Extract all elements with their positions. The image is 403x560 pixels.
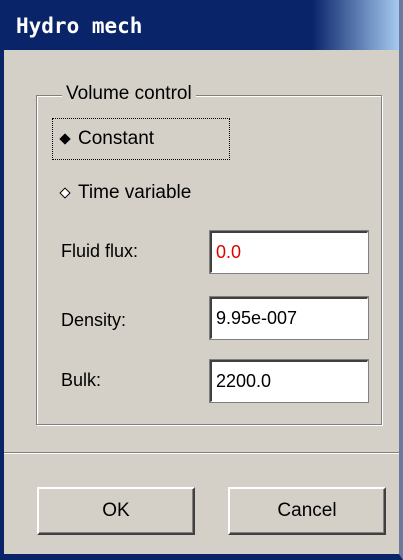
fluid-flux-label: Fluid flux: [61, 241, 139, 261]
title-bar[interactable]: Hydro mech [4, 0, 399, 50]
constant-radio[interactable]: Constant [52, 118, 230, 160]
density-input[interactable] [209, 296, 369, 340]
ok-button[interactable]: OK [37, 487, 195, 535]
fluid-flux-input[interactable] [209, 230, 369, 274]
radio-selected-icon [59, 133, 71, 145]
density-label: Density: [61, 310, 127, 330]
cancel-button[interactable]: Cancel [228, 487, 386, 535]
time-variable-radio[interactable]: Time variable [52, 172, 191, 214]
radio-unselected-icon [59, 187, 71, 199]
button-separator [4, 452, 399, 454]
bulk-input[interactable] [209, 359, 369, 403]
hydro-mech-dialog: Hydro mech Volume control Constant Time … [0, 0, 403, 560]
constant-radio-label: Constant [78, 128, 155, 149]
bulk-label: Bulk: [61, 370, 102, 390]
volume-control-label: Volume control [62, 83, 196, 105]
window-title: Hydro mech [16, 14, 143, 38]
time-variable-radio-label: Time variable [78, 182, 192, 203]
